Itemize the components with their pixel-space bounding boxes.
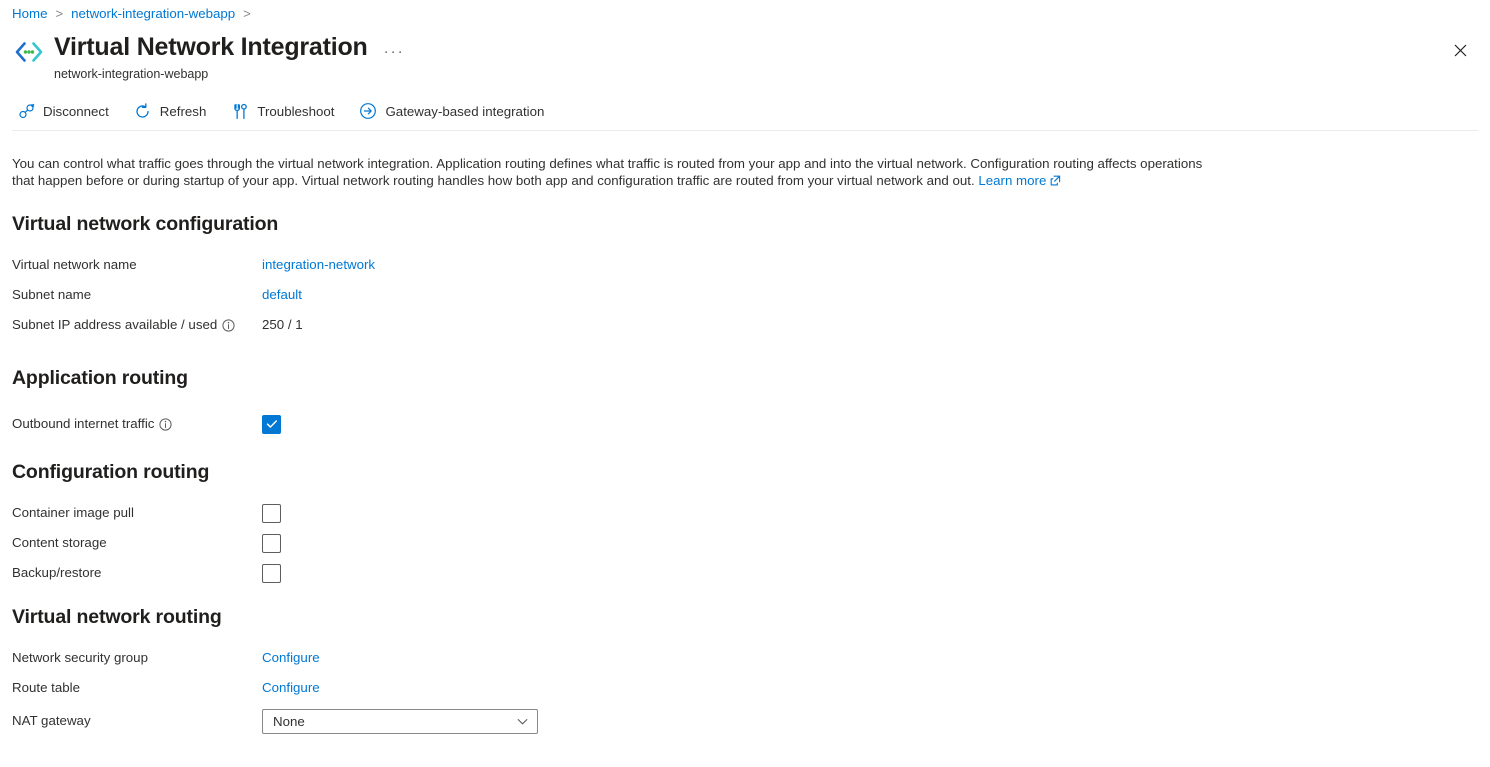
learn-more-link[interactable]: Learn more	[978, 173, 1061, 188]
info-icon[interactable]	[159, 418, 172, 431]
checkbox-container-image-pull[interactable]	[262, 504, 281, 523]
disconnect-label: Disconnect	[43, 104, 109, 119]
external-link-icon	[1050, 173, 1061, 190]
disconnect-button[interactable]: Disconnect	[12, 97, 119, 125]
refresh-icon	[133, 101, 153, 121]
page-header: Virtual Network Integration ··· network-…	[12, 31, 405, 82]
label-virtual-network-name: Virtual network name	[12, 255, 262, 275]
troubleshoot-label: Troubleshoot	[257, 104, 334, 119]
breadcrumb-item-webapp[interactable]: network-integration-webapp	[71, 5, 235, 23]
page-title: Virtual Network Integration	[54, 31, 368, 63]
check-icon	[266, 418, 278, 430]
virtual-network-integration-icon	[12, 35, 46, 69]
label-content-storage: Content storage	[12, 533, 262, 553]
refresh-label: Refresh	[160, 104, 207, 119]
link-configure-route-table[interactable]: Configure	[262, 678, 320, 698]
row-subnet-ip-address: Subnet IP address available / used 250 /…	[12, 315, 303, 335]
info-icon[interactable]	[222, 319, 235, 332]
nat-gateway-select[interactable]: None	[262, 709, 538, 734]
checkbox-backup-restore[interactable]	[262, 564, 281, 583]
row-outbound-internet-traffic: Outbound internet traffic	[12, 414, 281, 434]
value-subnet-name[interactable]: default	[262, 285, 302, 305]
label-route-table: Route table	[12, 678, 262, 698]
nat-gateway-selected-value: None	[273, 714, 305, 729]
value-virtual-network-name[interactable]: integration-network	[262, 255, 375, 275]
label-subnet-name: Subnet name	[12, 285, 262, 305]
gateway-based-integration-button[interactable]: Gateway-based integration	[354, 97, 554, 125]
vnet-integration-page: Home > network-integration-webapp > Virt…	[0, 0, 1490, 767]
breadcrumb-item-home[interactable]: Home	[12, 5, 47, 23]
section-title-vnet-config: Virtual network configuration	[12, 211, 278, 237]
label-subnet-ip-address-text: Subnet IP address available / used	[12, 315, 217, 335]
row-subnet-name: Subnet name default	[12, 285, 302, 305]
breadcrumb: Home > network-integration-webapp >	[12, 5, 259, 23]
troubleshoot-button[interactable]: Troubleshoot	[226, 97, 344, 125]
breadcrumb-separator-2: >	[243, 5, 251, 23]
breadcrumb-separator: >	[55, 5, 63, 23]
command-bar-divider	[12, 130, 1478, 131]
chevron-down-icon	[516, 715, 529, 728]
troubleshoot-icon	[230, 101, 250, 121]
gateway-based-integration-label: Gateway-based integration	[385, 104, 544, 119]
link-configure-network-security-group[interactable]: Configure	[262, 648, 320, 668]
label-outbound-internet-traffic-text: Outbound internet traffic	[12, 414, 154, 434]
checkbox-outbound-internet-traffic[interactable]	[262, 415, 281, 434]
refresh-button[interactable]: Refresh	[129, 97, 217, 125]
row-container-image-pull: Container image pull	[12, 503, 281, 523]
section-title-vnet-routing: Virtual network routing	[12, 604, 222, 630]
close-icon	[1454, 44, 1467, 57]
more-options-button[interactable]: ···	[384, 47, 405, 57]
arrow-circle-right-icon	[358, 101, 378, 121]
checkbox-content-storage[interactable]	[262, 534, 281, 553]
label-container-image-pull: Container image pull	[12, 503, 262, 523]
section-title-configuration-routing: Configuration routing	[12, 459, 209, 485]
row-virtual-network-name: Virtual network name integration-network	[12, 255, 375, 275]
description-text: You can control what traffic goes throug…	[12, 155, 1207, 190]
row-network-security-group: Network security group Configure	[12, 648, 320, 668]
learn-more-label: Learn more	[978, 173, 1046, 188]
label-subnet-ip-address: Subnet IP address available / used	[12, 315, 262, 335]
row-nat-gateway: NAT gateway None	[12, 708, 538, 734]
row-content-storage: Content storage	[12, 533, 281, 553]
command-bar: Disconnect Refresh Troubl	[12, 96, 1478, 126]
close-button[interactable]	[1446, 36, 1474, 64]
disconnect-icon	[16, 101, 36, 121]
label-outbound-internet-traffic: Outbound internet traffic	[12, 414, 262, 434]
label-network-security-group: Network security group	[12, 648, 262, 668]
section-title-application-routing: Application routing	[12, 365, 188, 391]
label-nat-gateway: NAT gateway	[12, 711, 262, 731]
row-route-table: Route table Configure	[12, 678, 320, 698]
row-backup-restore: Backup/restore	[12, 563, 281, 583]
label-backup-restore: Backup/restore	[12, 563, 262, 583]
page-subtitle: network-integration-webapp	[54, 66, 405, 82]
value-subnet-ip-address: 250 / 1	[262, 315, 303, 335]
